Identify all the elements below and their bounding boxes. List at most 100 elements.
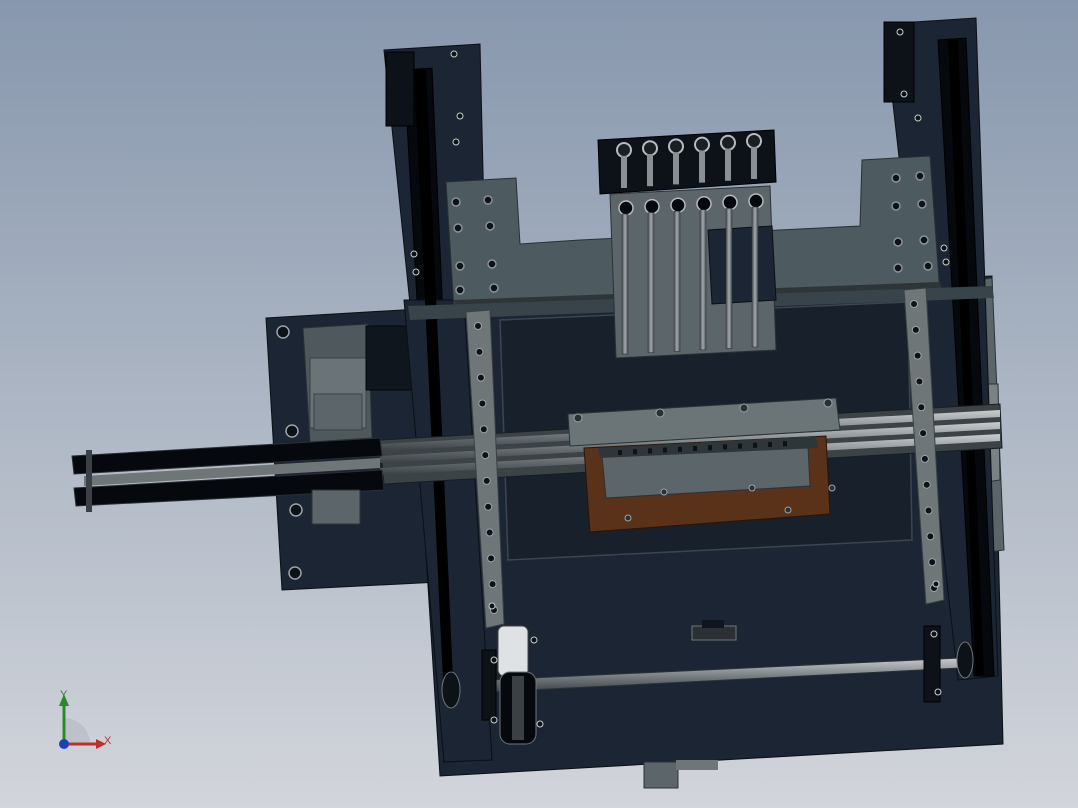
frame-screw [450,50,458,58]
screw [823,398,833,408]
rail-screw [476,373,485,382]
plate-hole [923,261,933,271]
rail-screw [913,351,922,360]
motor-face [313,393,363,431]
clamp-tooth [618,450,622,455]
plate-hole [453,223,463,233]
cylinder-port [618,200,634,216]
cylinder-piston [751,147,757,179]
frame-screw [452,138,460,146]
cylinder-port [722,194,738,211]
frame-screw [490,656,498,664]
left-roller-band [512,676,524,740]
rail-screw [478,399,487,408]
cylinder-port [644,198,660,215]
cylinder-piston [699,150,705,183]
rail-screw [487,554,496,563]
frame-screw [900,90,908,98]
plate-hole [919,235,929,245]
rail-screw [922,480,931,489]
cylinder-rod [699,209,707,351]
rail-screw [482,476,491,485]
plate-hole [483,195,493,205]
frame-screw [490,716,498,724]
cylinder-piston [673,152,679,185]
frame-screw [930,630,938,638]
cylinder-eye [642,140,658,157]
screw [624,514,632,522]
plate-hole [917,199,927,209]
clamp-tooth [738,443,742,449]
plate-hole [451,197,461,207]
cylinder-rod [725,208,733,349]
rail-screw [911,325,920,334]
cylinder-eye [720,134,736,151]
cad-model-scene[interactable]: X Y [0,0,1078,808]
clamp-tooth [648,448,652,454]
clamp-tooth [693,446,697,451]
plate-hole [891,201,901,211]
hole [285,424,299,438]
rail-screw [910,300,918,308]
clamp-tooth [633,449,637,455]
cylinder-rod [673,210,681,352]
screw [660,488,668,496]
frame-screw [932,580,940,588]
triad-x-label: X [104,735,112,747]
frame-screw [488,602,496,610]
left-top-cap [385,51,415,127]
screw [748,484,756,492]
cylinder-rod [621,213,629,355]
frame-screw [536,720,544,728]
cylinder-rod [647,212,655,353]
shaft-bracket [702,620,724,628]
cad-viewport[interactable]: X Y [0,0,1078,808]
hole [276,325,290,339]
rail-screw [484,502,493,511]
triad-z-axis [59,739,69,749]
hole [288,566,302,580]
rail-screw [926,532,935,541]
left-bearing [441,671,461,709]
rail-screw [475,347,484,356]
rail-screw [474,322,482,330]
frame-screw [940,244,948,252]
rail-screw [919,429,928,438]
left-roller-housing [497,625,529,677]
bottom-connector [643,761,679,789]
shaft-bracket [691,625,737,641]
clamp-tooth [708,445,712,451]
plate-hole [487,259,497,269]
plate-hole [891,173,901,183]
bottom-connector [676,760,718,770]
plate-hole [915,171,925,181]
cylinder-port [748,193,764,209]
arm-end-post [86,450,92,512]
rail-screw [924,506,933,515]
screw [655,408,665,418]
frame-screw [942,258,950,266]
rail-screw [915,377,924,386]
frame-screw [412,268,420,276]
hole [289,503,303,517]
cylinder-port [696,196,712,212]
cylinder-eye [746,133,762,149]
rail-screw [920,454,929,463]
cylinder-eye [694,136,710,153]
cylinder-piston [647,154,653,187]
screw [784,506,792,514]
cylinder-piston [725,148,731,181]
cylinder-port [670,197,686,213]
rail-screw [928,558,937,567]
plate-hole [489,283,499,293]
clamp-tooth [768,442,772,447]
right-bearing [956,641,974,679]
plate-hole [455,285,465,295]
cylinder-piston [621,156,627,188]
cylinder-block [707,225,777,305]
rail-screw [917,403,926,412]
frame-screw [914,114,922,122]
cylinder-rod [751,206,759,348]
frame-screw [896,28,904,36]
rail-screw [479,425,488,434]
